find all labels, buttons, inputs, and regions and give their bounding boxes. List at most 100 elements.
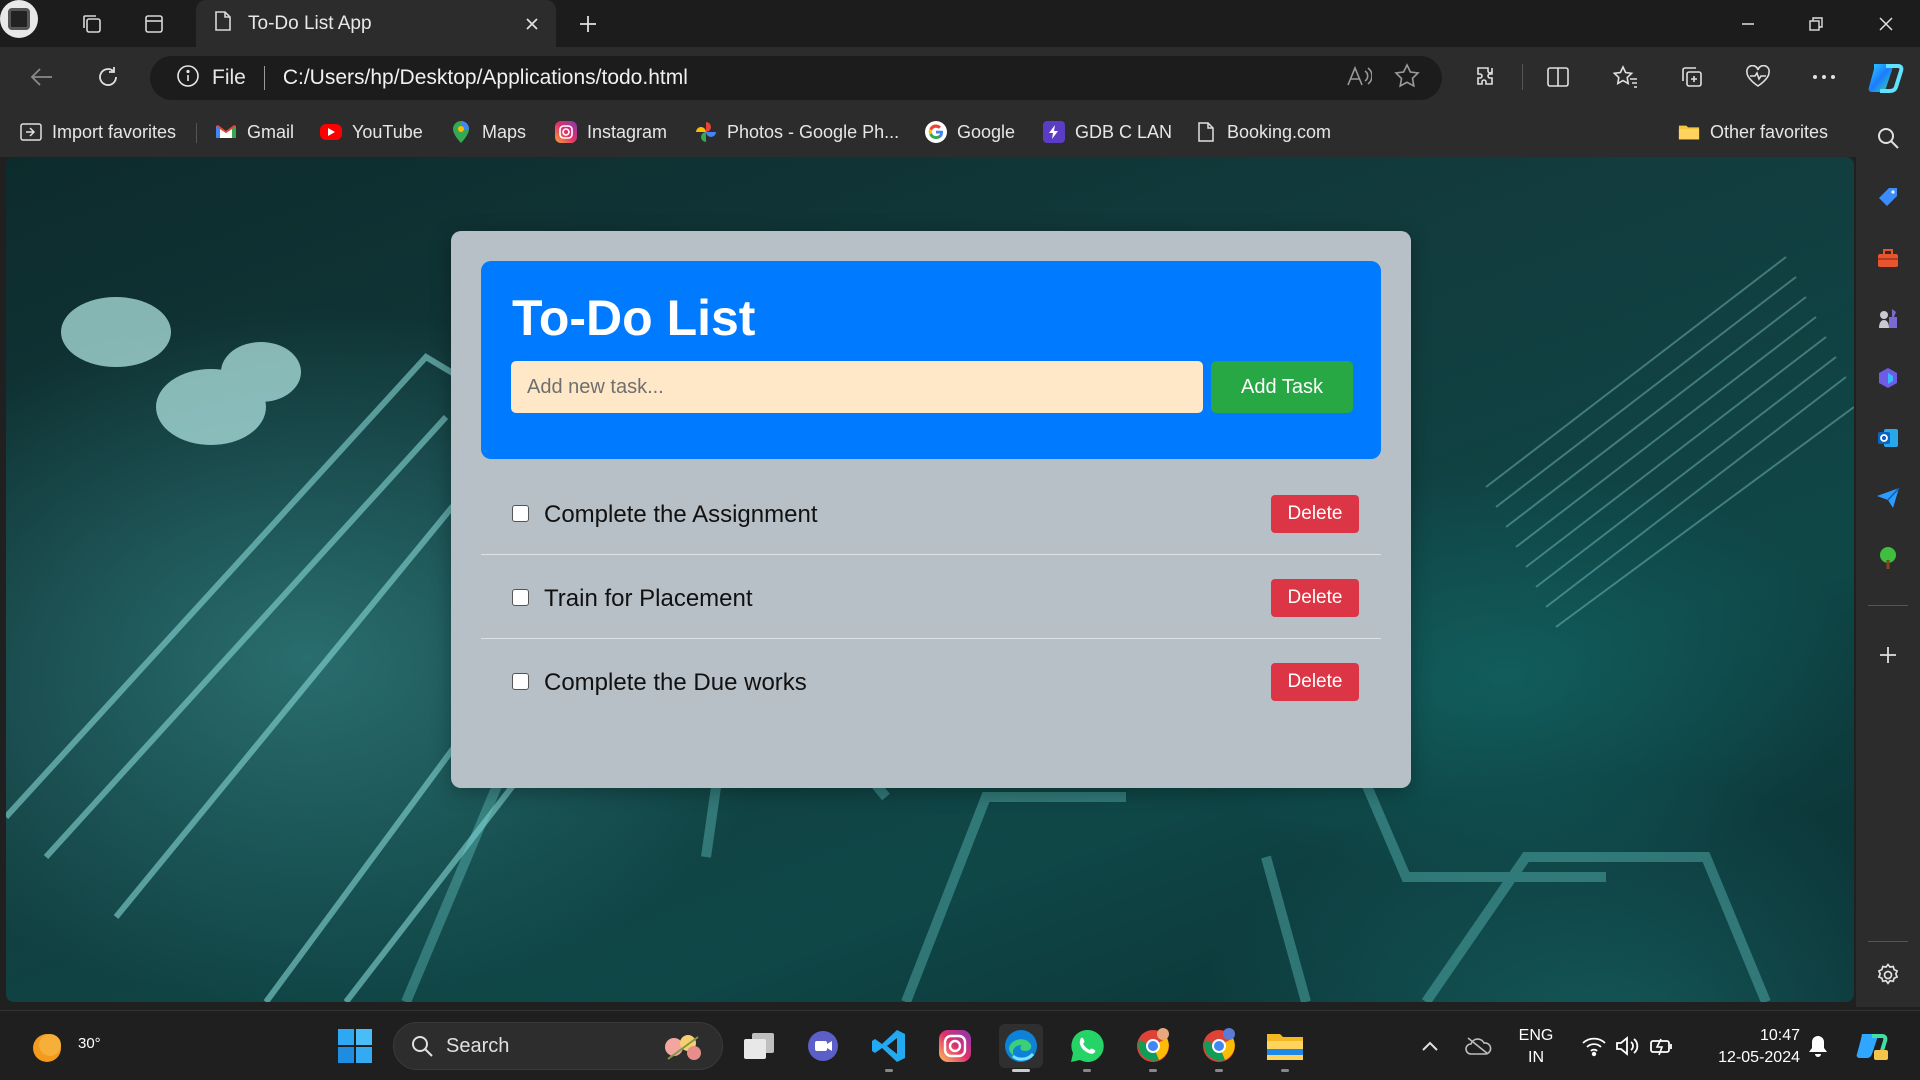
todo-header: To-Do List Add Task	[481, 261, 1381, 459]
system-clock[interactable]: 10:47 12-05-2024	[1696, 1025, 1800, 1069]
toolbar-divider	[1522, 64, 1523, 90]
whatsapp-icon[interactable]	[1065, 1024, 1109, 1072]
favorite-youtube[interactable]: YouTube	[320, 117, 423, 147]
task-checkbox[interactable]	[512, 505, 529, 522]
task-text: Train for Placement	[544, 585, 753, 612]
profile-avatar[interactable]	[0, 0, 38, 38]
task-checkbox[interactable]	[512, 673, 529, 690]
chrome-profile1-icon[interactable]	[1131, 1024, 1175, 1072]
taskbar-search[interactable]: Search	[393, 1022, 723, 1070]
notifications-bell-icon[interactable]	[1796, 1024, 1840, 1068]
page-icon	[1195, 121, 1217, 143]
settings-gear-icon[interactable]	[1870, 957, 1906, 993]
todo-card: To-Do List Add Task Complete the Assignm…	[451, 231, 1411, 788]
copilot-taskbar-icon[interactable]	[1850, 1024, 1894, 1068]
add-task-button[interactable]: Add Task	[1211, 361, 1353, 413]
extensions-icon[interactable]	[1469, 59, 1505, 95]
sun-icon	[33, 1034, 61, 1062]
favorite-instagram[interactable]: Instagram	[555, 117, 667, 147]
google-icon	[925, 121, 947, 143]
chrome-profile2-icon[interactable]	[1197, 1024, 1241, 1072]
copilot-icon[interactable]	[1864, 56, 1908, 100]
games-icon[interactable]	[1870, 300, 1906, 336]
onedrive-icon[interactable]	[1456, 1024, 1500, 1068]
refresh-icon[interactable]	[90, 59, 126, 95]
instagram-app-icon[interactable]	[933, 1024, 977, 1068]
favorite-photos[interactable]: Photos - Google Ph...	[695, 117, 899, 147]
favorite-gdb[interactable]: GDB C LAN	[1043, 117, 1172, 147]
new-tab-icon[interactable]	[570, 6, 606, 42]
file-explorer-icon[interactable]	[1263, 1024, 1307, 1072]
region-code: IN	[1528, 1049, 1544, 1066]
delete-task-button[interactable]: Delete	[1271, 663, 1359, 701]
tree-icon[interactable]	[1870, 540, 1906, 576]
delete-task-button[interactable]: Delete	[1271, 579, 1359, 617]
tab-actions-icon[interactable]	[136, 6, 172, 42]
favorite-label: Google	[957, 121, 1016, 142]
favorite-label: YouTube	[352, 121, 423, 142]
vscode-icon[interactable]	[867, 1024, 911, 1072]
show-hidden-icons-chevron-icon[interactable]	[1408, 1024, 1452, 1068]
task-checkbox[interactable]	[512, 589, 529, 606]
favorite-star-icon[interactable]	[1394, 62, 1420, 94]
restore-icon[interactable]	[1784, 0, 1848, 47]
quick-settings[interactable]	[1570, 1024, 1686, 1068]
language-indicator[interactable]: ENG IN	[1508, 1025, 1564, 1069]
clock-date: 12-05-2024	[1718, 1049, 1800, 1066]
workspaces-icon[interactable]	[74, 6, 110, 42]
favorite-label: Maps	[482, 121, 527, 142]
send-icon[interactable]	[1870, 480, 1906, 516]
minimize-icon[interactable]	[1716, 0, 1780, 47]
address-bar[interactable]: File C:/Users/hp/Desktop/Applications/to…	[150, 56, 1442, 100]
split-screen-icon[interactable]	[1540, 59, 1576, 95]
favorites-bar: Import favorites Gmail YouTube Maps Inst…	[0, 107, 1880, 157]
delete-task-button[interactable]: Delete	[1271, 495, 1359, 533]
search-icon[interactable]	[1870, 120, 1906, 156]
running-indicator	[1149, 1069, 1157, 1072]
windows-taskbar: 30° Search ENG IN 10:47 12-05-2024	[0, 1010, 1920, 1080]
favorite-gmail[interactable]: Gmail	[215, 117, 294, 147]
more-options-icon[interactable]	[1806, 59, 1842, 95]
maps-icon	[450, 121, 472, 143]
weather-widget[interactable]: 30°	[30, 1025, 101, 1067]
edge-app-icon[interactable]	[999, 1024, 1043, 1072]
shopping-tag-icon[interactable]	[1870, 180, 1906, 216]
favorite-google[interactable]: Google	[925, 117, 1015, 147]
copilot-sidebar-icon[interactable]	[1870, 360, 1906, 396]
back-icon[interactable]	[24, 59, 60, 95]
close-window-icon[interactable]	[1854, 0, 1918, 47]
address-divider	[263, 66, 265, 90]
outlook-icon[interactable]	[1870, 420, 1906, 456]
add-sidebar-app-icon[interactable]	[1870, 637, 1906, 673]
task-item: Complete the Due works Delete	[481, 639, 1381, 723]
browser-essentials-icon[interactable]	[1740, 59, 1776, 95]
teams-meet-icon[interactable]	[801, 1024, 845, 1068]
tab-strip: To-Do List App	[0, 0, 1920, 47]
favorite-booking[interactable]: Booking.com	[1195, 117, 1331, 147]
url-text[interactable]: C:/Users/hp/Desktop/Applications/todo.ht…	[283, 66, 1346, 90]
task-view-icon[interactable]	[737, 1024, 781, 1068]
favorites-divider	[196, 123, 197, 143]
tab-active[interactable]: To-Do List App	[196, 0, 556, 47]
tab-title: To-Do List App	[248, 12, 372, 34]
sidebar-divider	[1868, 605, 1908, 606]
favorite-maps[interactable]: Maps	[450, 117, 526, 147]
collections-icon[interactable]	[1674, 59, 1710, 95]
favorite-import[interactable]: Import favorites	[20, 117, 176, 147]
task-text: Complete the Assignment	[544, 501, 818, 528]
gdb-icon	[1043, 121, 1065, 143]
start-button[interactable]	[333, 1024, 377, 1068]
close-tab-icon[interactable]	[514, 6, 550, 42]
read-aloud-icon[interactable]	[1346, 65, 1373, 92]
task-item: Train for Placement Delete	[481, 555, 1381, 639]
running-indicator	[1083, 1069, 1091, 1072]
other-favorites[interactable]: Other favorites	[1678, 117, 1828, 147]
new-task-input[interactable]	[511, 361, 1203, 413]
active-indicator	[1012, 1069, 1030, 1072]
info-icon[interactable]	[176, 64, 200, 93]
tools-icon[interactable]	[1870, 240, 1906, 276]
running-indicator	[1281, 1069, 1289, 1072]
running-indicator	[885, 1069, 893, 1072]
favorites-icon[interactable]	[1608, 59, 1644, 95]
favorite-label: GDB C LAN	[1075, 121, 1173, 142]
